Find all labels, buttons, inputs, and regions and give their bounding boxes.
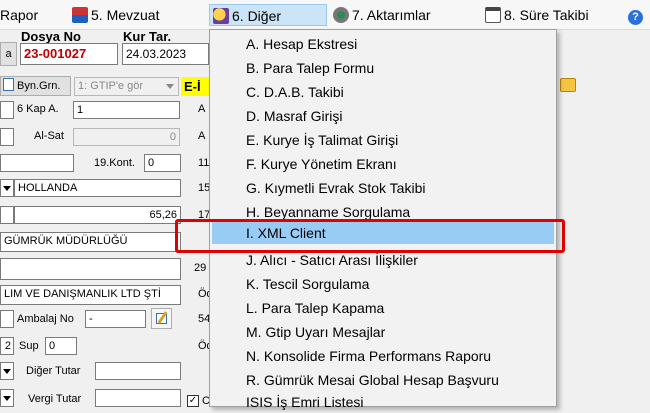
vergi-tutar-dropdown[interactable] [0, 389, 14, 407]
num-29: 29 [194, 262, 207, 274]
kap-label: 6 Kap A. [17, 103, 59, 115]
col-a2: A [198, 130, 206, 142]
byn-grn-label: Byn.Grn. [17, 80, 61, 92]
help-button[interactable]: ? [628, 4, 644, 26]
kap-field[interactable]: 1 [73, 101, 180, 119]
open-folder-icon[interactable] [560, 78, 576, 92]
sup-field[interactable]: 0 [45, 337, 77, 355]
num-11: 11 [198, 157, 210, 169]
kur-tar-field[interactable]: 24.03.2023 [122, 43, 209, 65]
menu-item-para-talep-formu[interactable]: B. Para Talep Formu [212, 57, 554, 79]
menu-bar: Rapor 5. Mevzuat 6. Diğer 7. Aktarımlar … [0, 0, 650, 30]
menu-rapor-label: Rapor [0, 7, 39, 23]
menu-rapor[interactable]: Rapor [0, 4, 38, 26]
customs-field[interactable]: GÜMRÜK MÜDÜRLÜĞÜ [0, 232, 181, 252]
row5-left-field[interactable] [0, 206, 14, 224]
menu-item-kurye-yonetim[interactable]: F. Kurye Yönetim Ekranı [212, 153, 554, 175]
ambalaj-edit-button[interactable] [151, 308, 172, 329]
row3-left-field[interactable] [0, 154, 74, 172]
diger-icon [213, 8, 229, 24]
menu-aktarimlar-label: 7. Aktarımlar [352, 7, 431, 23]
country-dropdown-button[interactable] [0, 179, 14, 197]
right-background [557, 97, 650, 407]
document-icon [3, 78, 14, 91]
row7-field[interactable] [0, 258, 181, 280]
row2-left-field[interactable] [0, 128, 14, 146]
checkbox[interactable]: ✓ [187, 395, 199, 407]
menu-item-hesap-ekstresi[interactable]: A. Hesap Ekstresi [212, 33, 554, 55]
menu-sure-takibi[interactable]: 8. Süre Takibi [485, 4, 589, 26]
vergi-tutar-field[interactable] [95, 389, 181, 407]
sup-label: Sup [19, 340, 39, 352]
al-sat-label: Al-Sat [34, 130, 64, 142]
vergi-tutar-label: Vergi Tutar [28, 393, 82, 405]
country-field[interactable]: HOLLANDA [14, 179, 181, 197]
menu-item-kurye-is-talimat[interactable]: E. Kurye İş Talimat Girişi [212, 129, 554, 151]
help-icon: ? [628, 10, 643, 25]
dosya-no-field[interactable]: 23-001027 [20, 43, 118, 65]
company-field[interactable]: LIM VE DANIŞMANLIK LTD ŞTİ [0, 285, 181, 305]
menu-item-para-talep-kapama[interactable]: L. Para Talep Kapama [212, 297, 554, 319]
diger-tutar-label: Diğer Tutar [26, 365, 81, 377]
left-side-button-label: a [5, 48, 12, 60]
dosya-no-label: Dosya No [21, 29, 81, 44]
diger-dropdown-menu: A. Hesap Ekstresi B. Para Talep Formu C.… [209, 29, 557, 410]
menu-item-gumruk-mesai[interactable]: R. Gümrük Mesai Global Hesap Başvuru [212, 369, 554, 391]
kont-field[interactable]: 0 [144, 154, 181, 172]
menu-item-gtip-uyari[interactable]: M. Gtip Uyarı Mesajlar [212, 321, 554, 343]
chevron-down-icon [3, 369, 11, 374]
e-indicator: E-İ [181, 77, 209, 96]
aktarimlar-icon [333, 7, 349, 23]
kur-tar-label: Kur Tar. [123, 29, 172, 44]
diger-tutar-field[interactable] [95, 362, 181, 380]
menu-diger[interactable]: 6. Diğer [209, 4, 327, 26]
diger-tutar-dropdown[interactable] [0, 362, 14, 380]
menu-mevzuat-label: 5. Mevzuat [91, 7, 160, 23]
amount-field[interactable]: 65,26 [14, 206, 181, 224]
mevzuat-icon [72, 7, 88, 23]
menu-item-masraf-girisi[interactable]: D. Masraf Girişi [212, 105, 554, 127]
menu-aktarimlar[interactable]: 7. Aktarımlar [333, 4, 431, 26]
toolbar-row: Byn.Grn. 1: GTIP'e gör E-İ [0, 75, 209, 97]
menu-diger-label: 6. Diğer [232, 8, 282, 24]
calendar-icon [485, 7, 501, 23]
left-side-button[interactable]: a [0, 42, 17, 66]
menu-sure-label: 8. Süre Takibi [504, 7, 589, 23]
chevron-down-icon [3, 396, 11, 401]
kont-label: 19.Kont. [94, 157, 135, 169]
menu-item-konsolide-firma[interactable]: N. Konsolide Firma Performans Raporu [212, 345, 554, 367]
ambalaj-field[interactable]: - [85, 310, 146, 328]
menu-item-kiymetli-evrak[interactable]: G. Kıymetli Evrak Stok Takibi [212, 177, 554, 199]
highlight-annotation-box [175, 219, 565, 253]
gtip-select[interactable]: 1: GTIP'e gör [74, 77, 179, 96]
al-sat-field[interactable]: 0 [73, 128, 180, 146]
ambalaj-label: Ambalaj No [17, 313, 74, 325]
menu-item-tescil-sorgulama[interactable]: K. Tescil Sorgulama [212, 273, 554, 295]
toolbar-right [557, 75, 650, 97]
menu-mevzuat[interactable]: 5. Mevzuat [72, 4, 159, 26]
chevron-down-icon [166, 84, 174, 89]
row9-left-field[interactable] [0, 310, 14, 328]
gtip-select-value: 1: GTIP'e gör [78, 80, 144, 92]
byn-grn-button[interactable]: Byn.Grn. [0, 76, 71, 96]
col-a1: A [198, 103, 206, 115]
two-field[interactable]: 2 [0, 337, 14, 355]
menu-item-isis-is-emri[interactable]: ISIS İş Emri Listesi [212, 391, 554, 413]
row1-left-field[interactable] [0, 101, 14, 119]
chevron-down-icon [3, 186, 11, 191]
menu-item-dab-takibi[interactable]: C. D.A.B. Takibi [212, 81, 554, 103]
